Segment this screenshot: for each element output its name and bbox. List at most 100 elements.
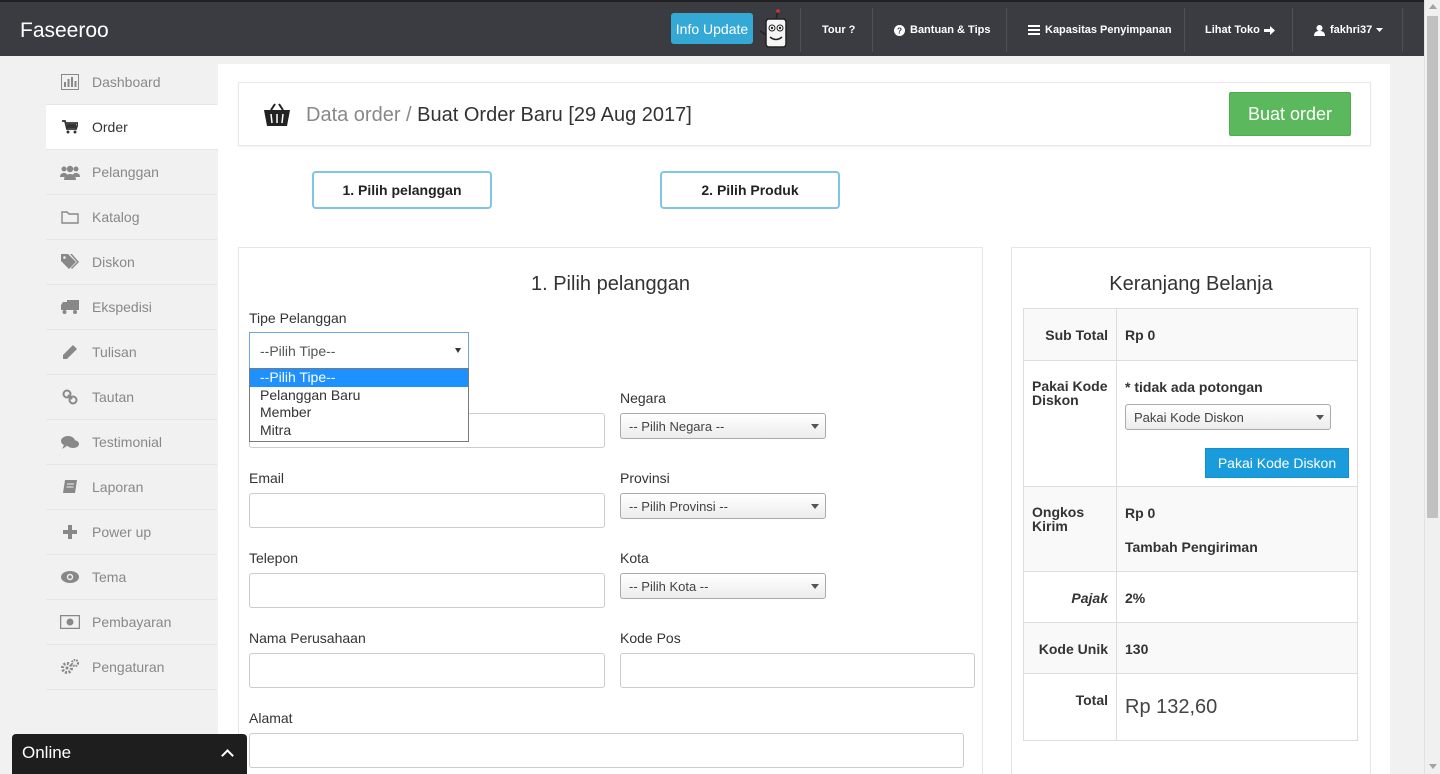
mascot-icon[interactable] xyxy=(760,9,792,51)
kode-diskon-note: * tidak ada potongan xyxy=(1125,379,1263,395)
chevron-up-icon[interactable] xyxy=(221,749,234,762)
nav-kapasitas-label: Kapasitas Penyimpanan xyxy=(1045,24,1172,36)
nav-lihat-toko[interactable]: Lihat Toko xyxy=(1205,8,1275,52)
alamat-label: Alamat xyxy=(249,710,293,726)
tambah-pengiriman-link[interactable]: Tambah Pengiriman xyxy=(1125,539,1258,555)
cart-row-ongkos: Ongkos Kirim Rp 0 Tambah Pengiriman xyxy=(1024,487,1357,572)
kota-value: -- Pilih Kota -- xyxy=(629,578,709,594)
kota-select[interactable]: -- Pilih Kota -- xyxy=(620,573,826,599)
link-icon xyxy=(58,388,82,406)
dropdown-arrow-icon xyxy=(811,424,819,429)
sidebar-item-label: Pengaturan xyxy=(92,659,165,675)
cart-row-pajak: Pajak 2% xyxy=(1024,572,1357,623)
sidebar-item-pembayaran[interactable]: Pembayaran xyxy=(46,600,217,645)
tipe-pelanggan-value: --Pilih Tipe-- xyxy=(260,342,336,359)
sidebar-item-label: Diskon xyxy=(92,254,135,270)
cart-title: Keranjang Belanja xyxy=(1109,273,1273,295)
nav-tour[interactable]: Tour ? xyxy=(822,8,855,52)
pajak-value: 2% xyxy=(1125,590,1146,606)
page-scrollbar[interactable] xyxy=(1424,0,1440,774)
brand-logo[interactable]: Faseeroo xyxy=(20,19,109,43)
page-header: Data order / Buat Order Baru [29 Aug 201… xyxy=(238,82,1371,146)
sidebar-item-label: Testimonial xyxy=(92,434,163,450)
telepon-label: Telepon xyxy=(249,550,299,566)
sidebar-item-tema[interactable]: Tema xyxy=(46,555,217,600)
kode-diskon-select[interactable]: Pakai Kode Diskon xyxy=(1125,404,1331,430)
negara-label: Negara xyxy=(620,390,666,406)
dropdown-option[interactable]: Pelanggan Baru xyxy=(250,387,468,405)
total-label: Total xyxy=(1024,674,1117,740)
email-input[interactable] xyxy=(249,493,605,528)
sidebar-item-diskon[interactable]: Diskon xyxy=(46,240,217,285)
sidebar-item-order[interactable]: Order xyxy=(46,105,219,150)
nama-perusahaan-input[interactable] xyxy=(249,653,605,688)
sidebar-item-katalog[interactable]: Katalog xyxy=(46,195,217,240)
kode-unik-value: 130 xyxy=(1125,641,1149,657)
kode-unik-label: Kode Unik xyxy=(1024,623,1117,673)
nav-divider xyxy=(1006,8,1007,52)
nav-tour-label: Tour ? xyxy=(822,24,856,36)
sidebar-item-testimonial[interactable]: Testimonial xyxy=(46,420,217,465)
question-circle-icon: ? xyxy=(894,24,905,36)
buat-order-button[interactable]: Buat order xyxy=(1229,92,1351,136)
nav-divider xyxy=(800,8,801,52)
users-icon xyxy=(58,163,82,181)
user-menu[interactable]: fakhri37 xyxy=(1314,8,1384,52)
nav-bantuan[interactable]: ? Bantuan & Tips xyxy=(894,8,990,52)
dropdown-option[interactable]: Mitra xyxy=(250,422,468,440)
kode-diskon-select-value: Pakai Kode Diskon xyxy=(1134,409,1244,425)
sidebar-item-ekspedisi[interactable]: Ekspedisi xyxy=(46,285,217,330)
sidebar-item-label: Dashboard xyxy=(92,74,161,90)
sidebar-item-label: Pelanggan xyxy=(92,164,159,180)
dropdown-option[interactable]: --Pilih Tipe-- xyxy=(250,369,468,387)
info-update-button[interactable]: Info Update xyxy=(671,13,753,44)
sidebar-item-dashboard[interactable]: Dashboard xyxy=(46,60,217,105)
dropdown-option[interactable]: Member xyxy=(250,404,468,422)
step-pilih-produk[interactable]: 2. Pilih Produk xyxy=(660,171,840,209)
sidebar-item-power-up[interactable]: Power up xyxy=(46,510,217,555)
tipe-pelanggan-select[interactable]: --Pilih Tipe-- xyxy=(249,332,469,369)
sidebar-item-laporan[interactable]: Laporan xyxy=(46,465,217,510)
user-icon xyxy=(1314,24,1325,36)
sidebar-item-pelanggan[interactable]: Pelanggan xyxy=(46,150,217,195)
sidebar-item-tautan[interactable]: Tautan xyxy=(46,375,217,420)
folder-icon xyxy=(58,208,82,226)
dropdown-arrow-icon xyxy=(1316,415,1324,420)
scroll-thumb[interactable] xyxy=(1427,16,1438,518)
shopping-basket-icon xyxy=(264,103,290,126)
negara-select[interactable]: -- Pilih Negara -- xyxy=(620,413,826,439)
kode-pos-input[interactable] xyxy=(620,653,975,688)
chat-status: Online xyxy=(22,743,72,762)
provinsi-label: Provinsi xyxy=(620,470,670,486)
sidebar-item-label: Laporan xyxy=(92,479,144,495)
top-navbar: Faseeroo Info Update Tour ? ? Bantuan & … xyxy=(0,0,1424,56)
sidebar-item-label: Power up xyxy=(92,524,152,540)
alamat-input[interactable] xyxy=(249,733,964,768)
svg-text:?: ? xyxy=(897,26,902,35)
sidebar-item-label: Order xyxy=(92,119,128,135)
page-title-text: Buat Order Baru [29 Aug 2017] xyxy=(417,104,692,126)
nav-bantuan-label: Bantuan & Tips xyxy=(910,24,991,36)
subtotal-label: Sub Total xyxy=(1024,309,1117,360)
breadcrumb-parent[interactable]: Data order / xyxy=(306,104,412,126)
pakai-kode-diskon-button[interactable]: Pakai Kode Diskon xyxy=(1205,448,1349,478)
arrow-right-icon xyxy=(1263,25,1275,35)
scroll-up-arrow[interactable] xyxy=(1429,4,1437,9)
provinsi-select[interactable]: -- Pilih Provinsi -- xyxy=(620,493,826,519)
sidebar-item-tulisan[interactable]: Tulisan xyxy=(46,330,217,375)
sidebar-item-label: Tulisan xyxy=(92,344,137,360)
page-title: Data order / Buat Order Baru [29 Aug 201… xyxy=(306,104,692,127)
pencil-icon xyxy=(58,343,82,361)
cart-row-total: Total Rp 132,60 xyxy=(1024,674,1357,740)
ongkos-kirim-label: Ongkos Kirim xyxy=(1024,487,1117,571)
tipe-pelanggan-label: Tipe Pelanggan xyxy=(249,310,347,326)
nav-divider xyxy=(872,8,873,52)
online-chat-widget[interactable]: Online xyxy=(12,734,247,774)
nav-kapasitas[interactable]: Kapasitas Penyimpanan xyxy=(1028,8,1172,52)
subtotal-value: Rp 0 xyxy=(1125,327,1156,343)
scroll-down-arrow[interactable] xyxy=(1429,764,1437,769)
sidebar-item-pengaturan[interactable]: Pengaturan xyxy=(46,645,217,690)
dropdown-arrow-icon xyxy=(455,348,461,353)
step-pilih-pelanggan[interactable]: 1. Pilih pelanggan xyxy=(312,171,492,209)
telepon-input[interactable] xyxy=(249,573,605,608)
